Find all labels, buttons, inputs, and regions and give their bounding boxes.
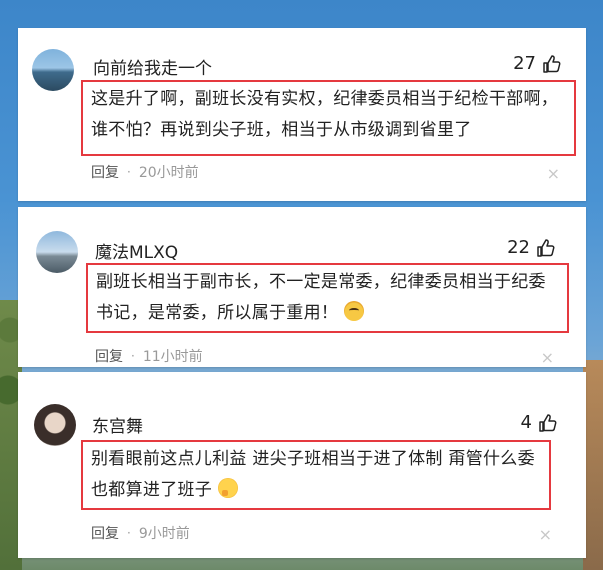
avatar[interactable]: [36, 231, 78, 273]
avatar[interactable]: [32, 49, 74, 91]
reply-button[interactable]: 回复: [91, 523, 119, 543]
like-button[interactable]: 22: [507, 237, 556, 258]
comment-text-highlighted: 副班长相当于副市长，不一定是常委，纪律委员相当于纪委书记，是常委，所以属于重用！: [86, 263, 569, 333]
comment-meta: 回复 · 20小时前: [91, 162, 199, 182]
comment-text: 副班长相当于副市长，不一定是常委，纪律委员相当于纪委书记，是常委，所以属于重用！: [96, 272, 546, 323]
like-button[interactable]: 27: [513, 53, 562, 74]
background-building: [583, 360, 603, 570]
like-button[interactable]: 4: [521, 412, 558, 433]
reply-button[interactable]: 回复: [91, 162, 119, 182]
comment-text-highlighted: 这是升了啊，副班长没有实权，纪律委员相当于纪检干部啊，谁不怕？再说到尖子班，相当…: [81, 80, 576, 156]
close-icon[interactable]: ×: [539, 527, 552, 543]
comment-text: 别看眼前这点儿利益 进尖子班相当于进了体制 甭管什么委 也都算进了班子: [91, 449, 535, 500]
comment-username[interactable]: 魔法MLXQ: [95, 238, 178, 263]
reply-button[interactable]: 回复: [95, 346, 123, 366]
close-icon[interactable]: ×: [541, 350, 554, 366]
avatar[interactable]: [34, 404, 76, 446]
comment-username[interactable]: 向前给我走一个: [93, 54, 212, 79]
separator: ·: [127, 165, 131, 179]
like-count: 4: [520, 412, 532, 433]
thinking-face-emoji: [218, 478, 239, 498]
separator: ·: [127, 526, 131, 540]
comment-text-highlighted: 别看眼前这点儿利益 进尖子班相当于进了体制 甭管什么委 也都算进了班子: [81, 440, 551, 510]
thumbs-up-icon[interactable]: [542, 54, 562, 74]
comment-meta: 回复 · 9小时前: [91, 523, 190, 543]
like-count: 27: [513, 53, 536, 74]
comment-time: 11小时前: [142, 349, 203, 365]
comment-username[interactable]: 东宫舞: [92, 412, 143, 437]
separator: ·: [131, 349, 135, 363]
comment-text: 这是升了啊，副班长没有实权，纪律委员相当于纪检干部啊，谁不怕？再说到尖子班，相当…: [91, 89, 559, 140]
close-icon[interactable]: ×: [547, 166, 560, 182]
comment-card: 向前给我走一个 27 这是升了啊，副班长没有实权，纪律委员相当于纪检干部啊，谁不…: [18, 28, 586, 201]
tiger-face-emoji: [344, 301, 365, 321]
comment-card: 东宫舞 4 别看眼前这点儿利益 进尖子班相当于进了体制 甭管什么委 也都算进了班…: [18, 372, 586, 558]
comment-card: 魔法MLXQ 22 副班长相当于副市长，不一定是常委，纪律委员相当于纪委书记，是…: [18, 207, 586, 367]
comment-time: 20小时前: [138, 165, 199, 181]
thumbs-up-icon[interactable]: [538, 413, 558, 433]
thumbs-up-icon[interactable]: [536, 238, 556, 258]
like-count: 22: [507, 237, 530, 258]
comment-time: 9小时前: [138, 526, 190, 542]
comment-meta: 回复 · 11小时前: [95, 346, 203, 366]
